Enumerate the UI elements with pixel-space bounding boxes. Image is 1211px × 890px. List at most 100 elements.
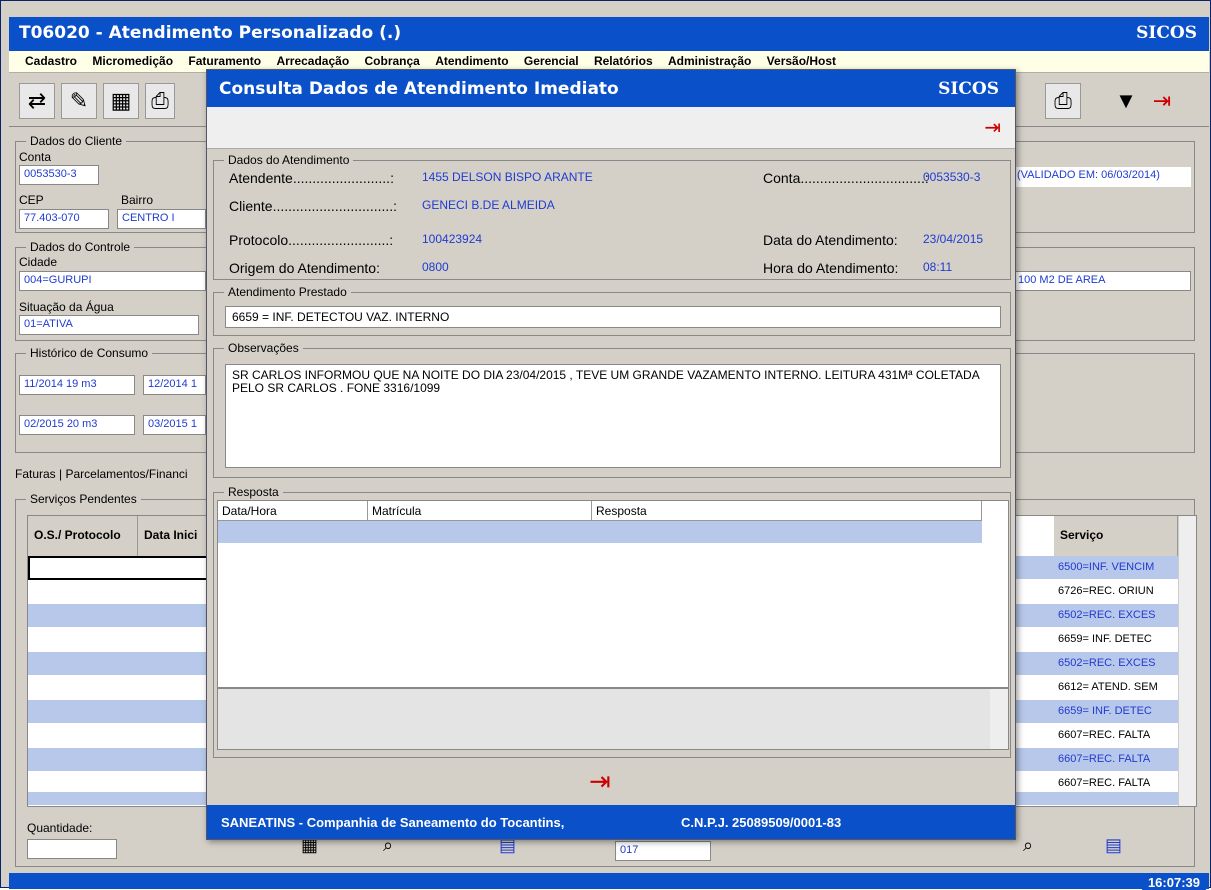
- servicos-legend: Serviços Pendentes: [26, 492, 141, 506]
- obs-legend: Observações: [224, 341, 303, 355]
- menu-gerencial[interactable]: Gerencial: [524, 54, 579, 68]
- modal-title-bar: Consulta Dados de Atendimento Imediato S…: [207, 70, 1015, 107]
- data-label: Data do Atendimento:: [763, 232, 898, 248]
- resposta-detail[interactable]: [217, 688, 1009, 750]
- footer-cnpj: C.N.P.J. 25089509/0001-83: [681, 815, 842, 830]
- cidade-label: Cidade: [19, 255, 58, 269]
- modal-title: Consulta Dados de Atendimento Imediato: [219, 79, 619, 99]
- menu-versao-host[interactable]: Versão/Host: [767, 54, 836, 68]
- status-bar: [9, 873, 1209, 889]
- validado-field: (VALIDADO EM: 06/03/2014): [1013, 167, 1191, 187]
- menu-relatorios[interactable]: Relatórios: [594, 54, 653, 68]
- tab-parcelamentos[interactable]: Parcelamentos/Financi: [65, 467, 187, 481]
- col-resposta[interactable]: Resposta: [592, 501, 982, 521]
- situacao-field[interactable]: 01=ATIVA: [19, 315, 199, 335]
- main-window: T06020 - Atendimento Personalizado (.) S…: [0, 0, 1211, 890]
- resposta-grid: Data/Hora Matrícula Resposta: [217, 500, 1009, 688]
- cep-field[interactable]: 77.403-070: [19, 209, 109, 229]
- table-row[interactable]: [28, 556, 218, 580]
- exit-icon[interactable]: ⇥: [984, 115, 1001, 140]
- servico-cell: 6607=REC. FALTA: [1058, 753, 1151, 765]
- binoculars-icon[interactable]: ⌕: [1023, 835, 1033, 856]
- col-matricula[interactable]: Matrícula: [368, 501, 592, 521]
- conta-field[interactable]: 0053530-3: [19, 165, 99, 185]
- hora-value: 08:11: [923, 260, 953, 274]
- area-field: 100 M2 DE AREA: [1013, 271, 1191, 291]
- resposta-scrollbar[interactable]: [990, 689, 1008, 749]
- menu-administracao[interactable]: Administração: [668, 54, 751, 68]
- historico-legend: Histórico de Consumo: [26, 346, 153, 360]
- filter-icon[interactable]: ▼: [1113, 83, 1139, 119]
- exit-icon[interactable]: ⇥: [1149, 83, 1175, 119]
- origem-label: Origem do Atendimento:: [229, 260, 380, 276]
- dados-legend: Dados do Atendimento: [224, 153, 354, 167]
- window-title: T06020 - Atendimento Personalizado (.): [19, 23, 402, 43]
- cep-label: CEP: [19, 193, 44, 207]
- prestado-field[interactable]: 6659 = INF. DETECTOU VAZ. INTERNO: [225, 306, 1001, 328]
- modal-brand: SICOS: [938, 79, 999, 99]
- historico-item: 03/2015 1: [143, 415, 206, 435]
- observacoes-textarea[interactable]: SR CARLOS INFORMOU QUE NA NOITE DO DIA 2…: [225, 364, 1001, 468]
- modal-conta-label: Conta................................:: [763, 170, 929, 186]
- servico-cell: 6500=INF. VENCIM: [1058, 561, 1155, 573]
- printer-icon[interactable]: ⎙: [1045, 83, 1081, 119]
- servico-cell: 6659= INF. DETEC: [1058, 705, 1152, 717]
- situacao-label: Situação da Água: [19, 300, 114, 314]
- bairro-label: Bairro: [121, 193, 154, 207]
- col-datahora[interactable]: Data/Hora: [218, 501, 368, 521]
- modal-toolbar: ⇥: [207, 107, 1015, 149]
- col-servico[interactable]: Serviço: [1054, 516, 1178, 556]
- menu-cadastro[interactable]: Cadastro: [25, 54, 77, 68]
- servico-cell: 6612= ATEND. SEM: [1058, 681, 1158, 693]
- servico-cell: 6659= INF. DETEC: [1058, 633, 1152, 645]
- servico-cell: 6607=REC. FALTA: [1058, 729, 1151, 741]
- col-protocolo[interactable]: O.S./ Protocolo: [28, 516, 138, 556]
- atendente-label: Atendente.........................:: [229, 170, 394, 186]
- servicos-scrollbar[interactable]: [1178, 516, 1196, 806]
- cliente-label: Cliente...............................:: [229, 198, 398, 214]
- menu-arrecadacao[interactable]: Arrecadação: [276, 54, 349, 68]
- calculator-icon[interactable]: ▦: [103, 83, 139, 119]
- tab-faturas[interactable]: Faturas: [15, 467, 56, 481]
- servico-cell: 6607=REC. FALTA: [1058, 777, 1151, 789]
- data-value: 23/04/2015: [923, 232, 984, 246]
- historico-item: 11/2014 19 m3: [19, 375, 135, 395]
- conta-label: Conta: [19, 150, 52, 164]
- historico-item: 12/2014 1: [143, 375, 206, 395]
- brand-label: SICOS: [1136, 23, 1197, 43]
- cliente-legend: Dados do Cliente: [26, 134, 127, 148]
- origem-value: 0800: [422, 260, 449, 274]
- protocolo-label: Protocolo..........................:: [229, 232, 394, 248]
- refresh-icon[interactable]: ⇄: [19, 83, 55, 119]
- quantidade-field: [27, 839, 117, 859]
- menu-cobranca[interactable]: Cobrança: [365, 54, 420, 68]
- servico-cell: 6726=REC. ORIUN: [1058, 585, 1154, 597]
- bairro-field[interactable]: CENTRO I: [117, 209, 206, 229]
- menu-faturamento[interactable]: Faturamento: [188, 54, 261, 68]
- historico-item: 02/2015 20 m3: [19, 415, 135, 435]
- protocolo-value: 100423924: [422, 232, 483, 246]
- print-icon[interactable]: ⎙: [145, 83, 175, 119]
- cidade-field[interactable]: 004=GURUPI: [19, 271, 206, 291]
- count-field: 017: [615, 841, 711, 861]
- edit-icon[interactable]: ✎: [61, 83, 97, 119]
- modal-conta-value: 0053530-3: [923, 170, 981, 184]
- report-icon[interactable]: ▤: [1105, 835, 1122, 856]
- tab-strip: Faturas | Parcelamentos/Financi: [15, 467, 188, 481]
- menu-atendimento[interactable]: Atendimento: [435, 54, 508, 68]
- controle-legend: Dados do Controle: [26, 240, 135, 254]
- title-bar: T06020 - Atendimento Personalizado (.) S…: [9, 17, 1209, 51]
- modal-footer: SANEATINS - Companhia de Saneamento do T…: [207, 805, 1015, 839]
- resposta-legend: Resposta: [224, 485, 283, 499]
- table-row[interactable]: [218, 521, 982, 543]
- atendente-value: 1455 DELSON BISPO ARANTE: [422, 170, 593, 184]
- menu-micromedicao[interactable]: Micromedição: [92, 54, 173, 68]
- hora-label: Hora do Atendimento:: [763, 260, 899, 276]
- servico-cell: 6502=REC. EXCES: [1058, 657, 1156, 669]
- consulta-modal: Consulta Dados de Atendimento Imediato S…: [206, 69, 1016, 840]
- prestado-legend: Atendimento Prestado: [224, 285, 351, 299]
- quantidade-label: Quantidade:: [27, 821, 93, 835]
- exit-icon[interactable]: ⇥: [589, 766, 611, 797]
- cliente-value: GENECI B.DE ALMEIDA: [422, 198, 555, 212]
- footer-company: SANEATINS - Companhia de Saneamento do T…: [221, 815, 565, 830]
